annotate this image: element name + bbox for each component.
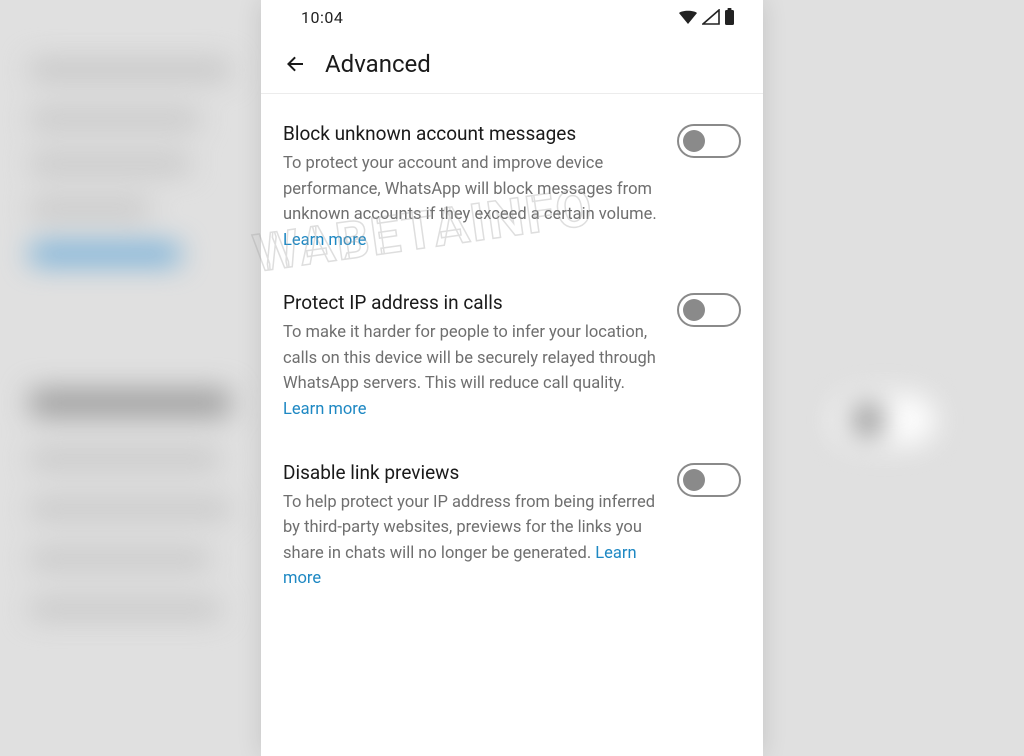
phone-frame: 10:04 Advanced Block unknown account mes… — [261, 0, 763, 756]
setting-block-unknown-messages[interactable]: Block unknown account messages To protec… — [261, 102, 763, 271]
page-title: Advanced — [325, 50, 431, 78]
setting-title: Protect IP address in calls — [283, 291, 661, 314]
wifi-icon — [678, 9, 698, 25]
setting-description: To protect your account and improve devi… — [283, 151, 661, 253]
back-button[interactable] — [271, 40, 319, 88]
app-bar: Advanced — [261, 34, 763, 94]
status-icons — [678, 8, 735, 26]
toggle-knob — [683, 130, 705, 152]
setting-description: To make it harder for people to infer yo… — [283, 320, 661, 422]
toggle-knob — [683, 299, 705, 321]
settings-list[interactable]: Block unknown account messages To protec… — [261, 94, 763, 756]
battery-icon — [724, 8, 735, 26]
toggle-disable-previews[interactable] — [677, 463, 741, 497]
setting-title: Disable link previews — [283, 461, 661, 484]
setting-description: To help protect your IP address from bei… — [283, 490, 661, 592]
toggle-protect-ip[interactable] — [677, 293, 741, 327]
arrow-left-icon — [283, 52, 307, 76]
toggle-knob — [683, 469, 705, 491]
status-time: 10:04 — [301, 8, 343, 27]
cell-signal-icon — [702, 9, 720, 25]
learn-more-link[interactable]: Learn more — [283, 400, 366, 419]
status-bar: 10:04 — [261, 0, 763, 34]
setting-protect-ip[interactable]: Protect IP address in calls To make it h… — [261, 271, 763, 440]
toggle-block-unknown[interactable] — [677, 124, 741, 158]
learn-more-link[interactable]: Learn more — [283, 231, 366, 250]
setting-disable-link-previews[interactable]: Disable link previews To help protect yo… — [261, 441, 763, 610]
setting-title: Block unknown account messages — [283, 122, 661, 145]
